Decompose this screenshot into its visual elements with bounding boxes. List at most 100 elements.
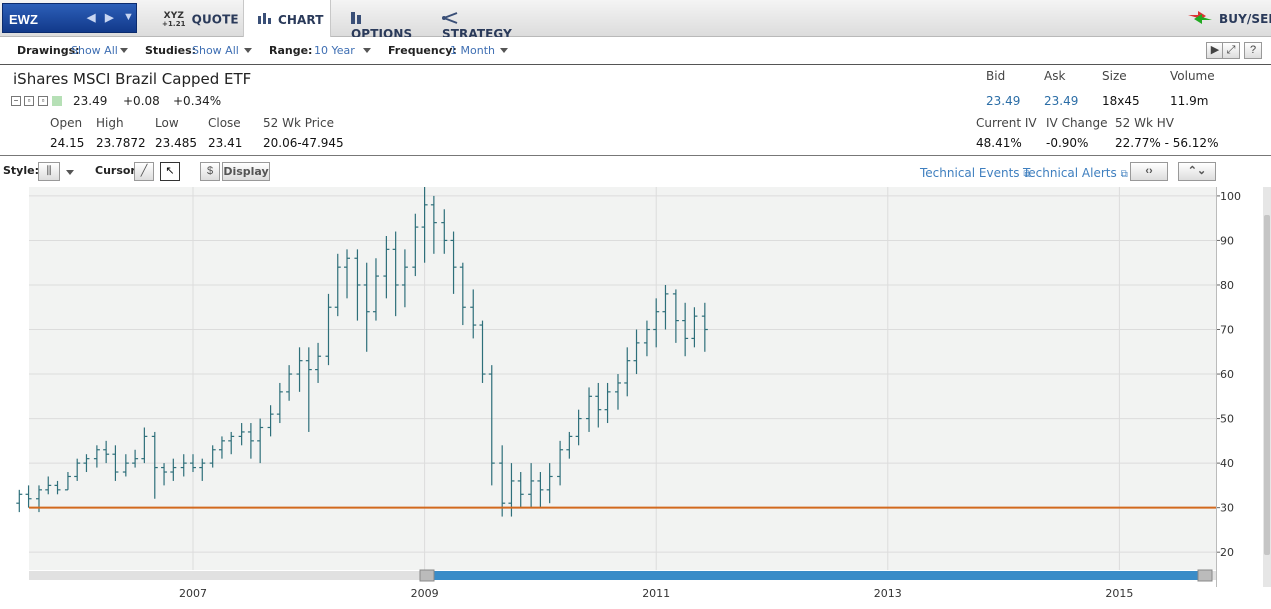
current-iv-value: 48.41% [976, 136, 1022, 150]
top-toolbar: EWZ ◀ ▶ ▼ XYZ +1.21 QUOTE CHART OPTIONS ST… [0, 0, 1271, 41]
x-tick-label: 2013 [874, 587, 902, 600]
strategy-icon [441, 12, 458, 27]
price-chart-svg[interactable]: 20 30 40 50 60 70 80 90 100 2007 2009 2011 2013 2015 [0, 187, 1271, 606]
bar-style-icon[interactable]: ⫼ [38, 162, 60, 181]
line-cursor-icon[interactable]: ╱ [134, 162, 154, 181]
pointer-cursor-icon[interactable]: ↖ [160, 162, 180, 181]
x-tick-label: 2015 [1105, 587, 1133, 600]
x-tick-label: 2007 [179, 587, 207, 600]
volume-value: 11.9m [1170, 94, 1209, 108]
display-button[interactable]: Display [222, 162, 270, 181]
options-icon [351, 12, 365, 27]
price-change: +0.08 [123, 94, 160, 108]
high-label: High [96, 116, 124, 130]
last-price: 23.49 [73, 94, 108, 108]
studies-dropdown-icon[interactable] [244, 48, 252, 53]
window-icon[interactable]: ▫ [38, 96, 48, 106]
tab-chart[interactable]: CHART [243, 0, 331, 37]
ask-value[interactable]: 23.49 [1044, 94, 1078, 108]
studies-select[interactable]: Show All [192, 44, 239, 57]
frequency-dropdown-icon[interactable] [500, 48, 508, 53]
ask-label: Ask [1044, 69, 1066, 83]
technical-alerts-link[interactable]: Technical Alerts ⧉ [1023, 166, 1128, 180]
price-chart[interactable]: 20 30 40 50 60 70 80 90 100 2007 2009 2011 2013 2015 [0, 187, 1271, 606]
xyz-quote-icon: XYZ +1.21 [162, 12, 186, 29]
quote-panel: iShares MSCI Brazil Capped ETF − ▫ ▫ 23.… [0, 66, 1271, 156]
tab-quote-label: QUOTE [191, 12, 239, 27]
tab-options[interactable]: OPTIONS [351, 0, 431, 41]
collapse-icon[interactable]: − [11, 96, 21, 106]
frequency-label: Frequency: [388, 44, 457, 57]
style-dropdown-icon[interactable] [66, 170, 74, 175]
close-label: Close [208, 116, 241, 130]
y-tick-label: 20 [1220, 546, 1234, 559]
range-scrollbar-selection[interactable] [434, 571, 1198, 580]
range-label: Range: [269, 44, 313, 57]
y-tick-label: 80 [1220, 279, 1234, 292]
hv-value: 22.77% - 56.12% [1115, 136, 1219, 150]
plot-area [29, 187, 1216, 570]
xyz-icon-subtext: +1.21 [162, 20, 186, 28]
y-tick-label: 50 [1220, 413, 1234, 426]
size-label: Size [1102, 69, 1127, 83]
chart-settings-bar: Drawings: Show All Studies: Show All Ran… [0, 37, 1271, 65]
wk52-value: 20.06-47.945 [263, 136, 344, 150]
technical-events-link[interactable]: Technical Events ⧉ [920, 166, 1031, 180]
y-tick-label: 60 [1220, 368, 1234, 381]
y-tick-label: 30 [1220, 502, 1234, 515]
symbol-dropdown-icon[interactable]: ▼ [123, 11, 134, 23]
y-tick-label: 70 [1220, 324, 1234, 337]
low-label: Low [155, 116, 179, 130]
buy-sell-icon[interactable] [1186, 10, 1214, 29]
range-select[interactable]: 10 Year [314, 44, 355, 57]
drawings-dropdown-icon[interactable] [120, 48, 128, 53]
range-left-handle[interactable] [419, 569, 435, 582]
tab-chart-label: CHART [278, 13, 324, 27]
horizontal-zoom-icon[interactable]: ‹› [1130, 162, 1168, 181]
style-label: Style: [3, 164, 39, 177]
y-tick-label: 40 [1220, 457, 1234, 470]
security-name: iShares MSCI Brazil Capped ETF [13, 70, 252, 88]
prev-symbol-icon[interactable]: ◀ [87, 11, 95, 24]
open-label: Open [50, 116, 83, 130]
range-right-handle[interactable] [1197, 569, 1213, 582]
iv-change-value: -0.90% [1046, 136, 1089, 150]
frequency-select[interactable]: 1 Month [450, 44, 495, 57]
expand-icon[interactable]: ⤢ [1222, 42, 1240, 59]
low-value: 23.485 [155, 136, 197, 150]
symbol-text: EWZ [9, 12, 38, 27]
hv-label: 52 Wk HV [1115, 116, 1174, 130]
y-tick-label: 100 [1220, 190, 1241, 203]
volume-label: Volume [1170, 69, 1215, 83]
bar-chart-icon [258, 12, 272, 27]
technical-events-label: Technical Events [920, 166, 1020, 180]
chart-toggle-icon[interactable]: ▫ [24, 96, 34, 106]
ohlc-bar [16, 489, 23, 513]
next-symbol-icon[interactable]: ▶ [105, 11, 113, 24]
size-value: 18x45 [1102, 94, 1140, 108]
tab-strategy[interactable]: STRATEGY [441, 0, 532, 41]
vertical-scrollbar-thumb[interactable] [1264, 215, 1270, 555]
help-icon[interactable]: ? [1244, 42, 1262, 59]
bid-value[interactable]: 23.49 [986, 94, 1020, 108]
technical-alerts-label: Technical Alerts [1023, 166, 1117, 180]
vertical-zoom-icon[interactable]: ⌃⌄ [1178, 162, 1216, 181]
price-change-pct: +0.34% [173, 94, 222, 108]
high-value: 23.7872 [96, 136, 146, 150]
open-value: 24.15 [50, 136, 85, 150]
range-dropdown-icon[interactable] [363, 48, 371, 53]
y-axis-border [1216, 187, 1217, 587]
y-axis: 20 30 40 50 60 70 80 90 100 [1216, 190, 1241, 559]
drawings-select[interactable]: Show All [71, 44, 118, 57]
tab-quote[interactable]: XYZ +1.21 QUOTE [162, 0, 247, 37]
symbol-selector[interactable]: EWZ ◀ ▶ ▼ [2, 3, 137, 33]
current-iv-label: Current IV [976, 116, 1037, 130]
close-value: 23.41 [208, 136, 243, 150]
iv-change-label: IV Change [1046, 116, 1108, 130]
buy-sell-button[interactable]: BUY/SELL [1219, 0, 1271, 37]
wk52-label: 52 Wk Price [263, 116, 334, 130]
bid-label: Bid [986, 69, 1006, 83]
external-link-icon: ⧉ [1120, 169, 1128, 180]
x-axis: 2007 2009 2011 2013 2015 [179, 587, 1133, 600]
dollar-button[interactable]: $ [200, 162, 220, 181]
